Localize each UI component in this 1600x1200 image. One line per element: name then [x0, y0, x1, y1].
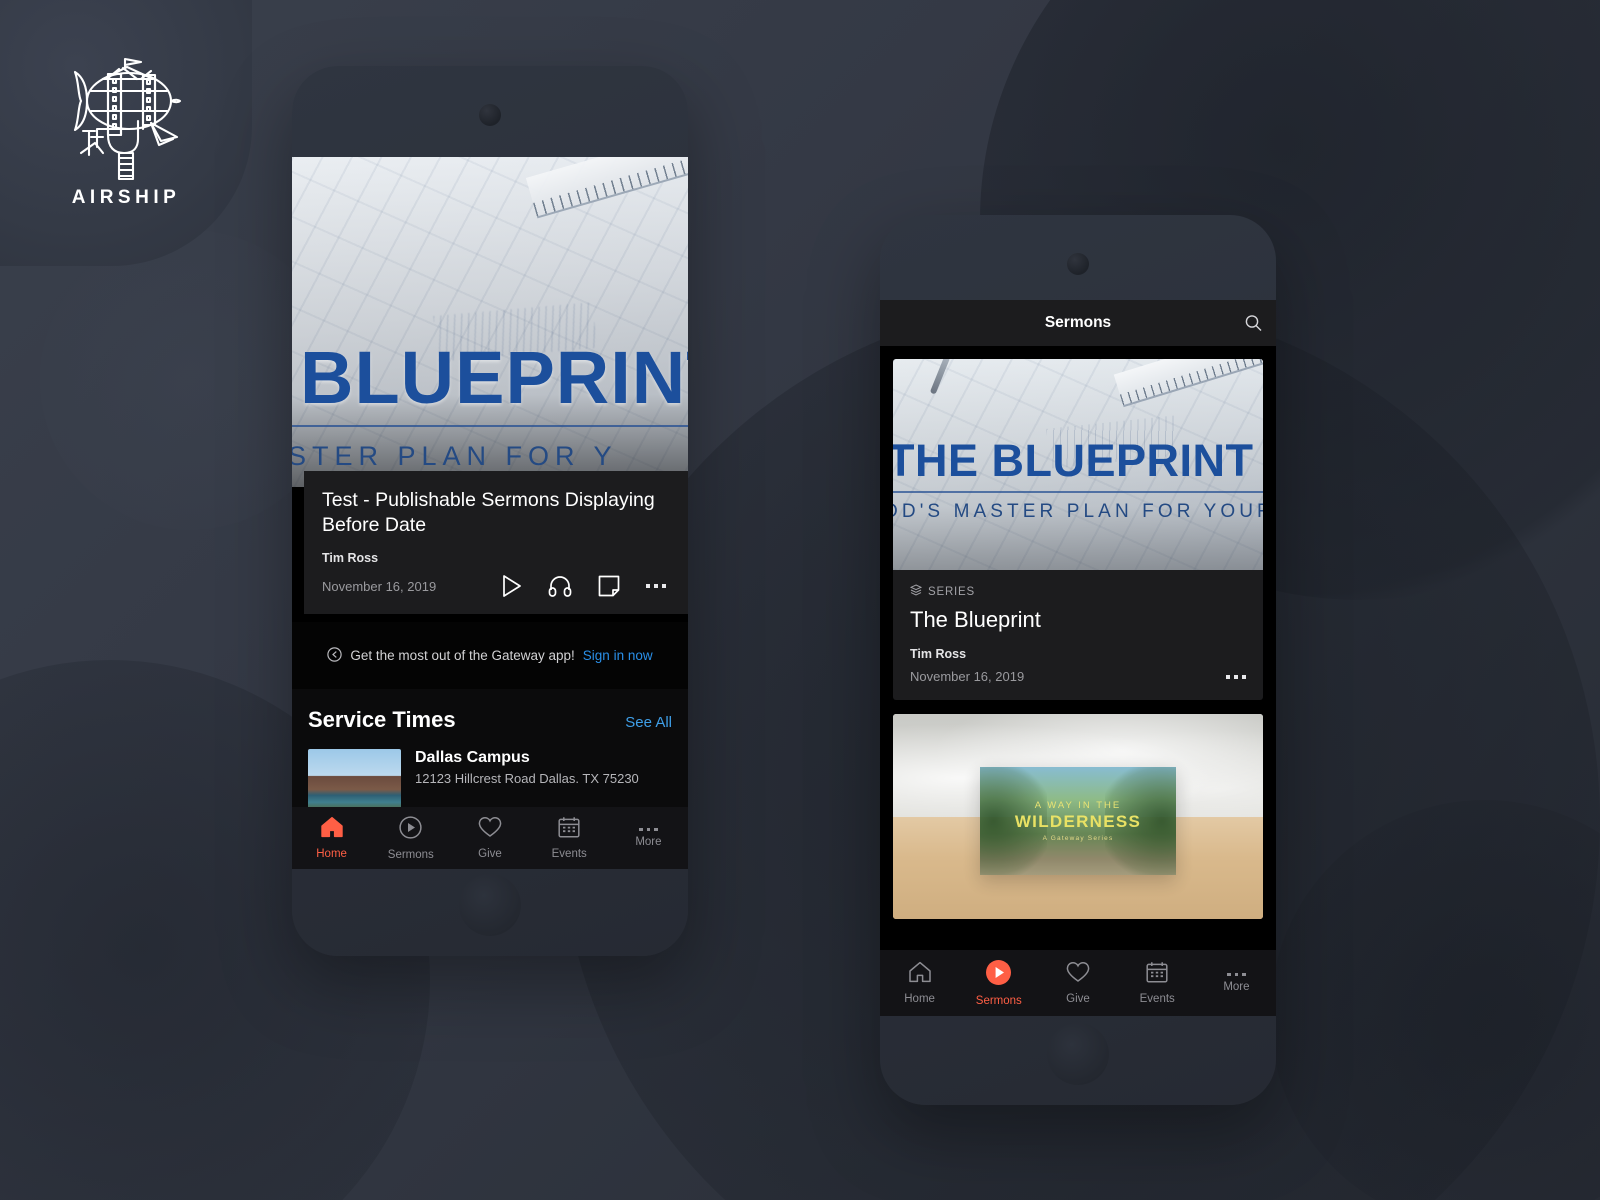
tab-events[interactable]: Events	[530, 816, 609, 860]
pencil-graphic	[929, 359, 951, 395]
artwork-subtitle: OD'S MASTER PLAN FOR YOUR LIF	[893, 501, 1263, 522]
brand-name: AIRSHIP	[71, 187, 181, 208]
calendar-icon	[558, 816, 580, 843]
sermon-action-icons	[501, 574, 666, 598]
sermons-feed[interactable]: THE BLUEPRINT OD'S MASTER PLAN FOR YOUR …	[880, 346, 1276, 950]
play-icon[interactable]	[501, 574, 522, 598]
more-icon[interactable]	[1226, 674, 1246, 679]
front-camera-dot	[479, 104, 501, 126]
sermon-meta-row: November 16, 2019	[322, 574, 670, 598]
see-all-link[interactable]: See All	[625, 714, 672, 731]
sermon-title: Test - Publishable Sermons Displaying Be…	[322, 489, 655, 536]
home-button[interactable]	[1047, 1023, 1109, 1085]
play-circle-icon	[399, 815, 422, 844]
ellipsis-icon	[1227, 972, 1246, 977]
tab-label: More	[1223, 981, 1250, 994]
tab-label: Sermons	[387, 848, 434, 861]
headphones-icon[interactable]	[548, 575, 572, 597]
background-circle	[1270, 800, 1600, 1200]
featured-sermon-card[interactable]: Test - Publishable Sermons Displaying Be…	[304, 471, 688, 614]
notes-icon[interactable]	[598, 575, 620, 597]
tab-label: Home	[904, 993, 935, 1005]
ellipsis-icon	[639, 827, 658, 832]
sermon-speaker: Tim Ross	[910, 647, 967, 661]
series-artwork-blueprint: THE BLUEPRINT OD'S MASTER PLAN FOR YOUR …	[893, 359, 1263, 570]
bottom-tab-bar-home: Home Sermons Give Events More	[292, 807, 688, 869]
artwork-divider	[893, 491, 1263, 493]
series-tag-label: SERIES	[928, 585, 975, 598]
tab-label: Home	[316, 848, 347, 860]
tab-more[interactable]: More	[1197, 972, 1276, 994]
home-icon	[908, 961, 932, 988]
page-title: Sermons	[1044, 314, 1112, 331]
app-screen-sermons: Sermons THE BLUEPRINT OD'S MASTER PLAN F…	[880, 300, 1276, 1016]
ruler-graphic	[525, 157, 688, 219]
sermon-speaker: Tim Ross	[322, 551, 379, 565]
search-icon[interactable]	[1245, 315, 1262, 332]
tab-label: Give	[1066, 993, 1090, 1005]
home-button[interactable]	[459, 874, 521, 936]
hero-subtitle: STER PLAN FOR Y	[292, 441, 618, 471]
hero-title: BLUEPRINT	[300, 336, 688, 419]
hero-divider	[292, 425, 688, 427]
sermon-card-blueprint[interactable]: THE BLUEPRINT OD'S MASTER PLAN FOR YOUR …	[893, 359, 1263, 700]
series-stack-icon	[909, 584, 923, 599]
tab-label: Events	[551, 848, 587, 860]
sermon-card-wilderness[interactable]: A WAY IN THE WILDERNESS A Gateway Series	[893, 714, 1263, 919]
tab-give[interactable]: Give	[1038, 961, 1117, 1005]
artwork-line-1: A WAY IN THE	[1034, 799, 1122, 811]
tab-events[interactable]: Events	[1118, 961, 1197, 1005]
signin-banner[interactable]: Get the most out of the Gateway app! Sig…	[292, 622, 688, 689]
sermon-card-body: SERIES The Blueprint Tim Ross November 1…	[893, 570, 1263, 700]
heart-icon	[478, 816, 502, 843]
hero-artwork-blueprint[interactable]: BLUEPRINT STER PLAN FOR Y	[292, 157, 688, 487]
service-times-header: Service Times See All	[308, 707, 672, 733]
more-icon[interactable]	[646, 584, 666, 588]
section-title: Service Times	[308, 707, 456, 732]
brand-logo-badge: AIRSHIP	[0, 0, 252, 266]
sermon-series-title: The Blueprint	[910, 607, 1041, 632]
campus-name: Dallas Campus	[415, 749, 530, 766]
home-icon	[320, 816, 344, 843]
signin-link[interactable]: Sign in now	[583, 648, 653, 663]
phone-mockup-sermons: Sermons THE BLUEPRINT OD'S MASTER PLAN F…	[880, 215, 1276, 1105]
tab-home[interactable]: Home	[292, 816, 371, 860]
artwork-line-3: A Gateway Series	[1042, 834, 1114, 842]
tab-give[interactable]: Give	[450, 816, 529, 860]
series-tag: SERIES	[909, 584, 1246, 599]
tab-label: Give	[478, 848, 502, 860]
front-camera-dot	[1067, 253, 1089, 275]
tab-label: Sermons	[975, 994, 1022, 1007]
page-background: AIRSHIP BLUEPRINT STER PLAN FOR Y Test -…	[0, 0, 1600, 1200]
tab-more[interactable]: More	[609, 827, 688, 849]
tab-sermons[interactable]: Sermons	[371, 815, 450, 861]
bottom-tab-bar-sermons: Home Sermons Give Events More	[880, 950, 1276, 1016]
heart-icon	[1066, 961, 1090, 988]
app-screen-home: BLUEPRINT STER PLAN FOR Y Test - Publish…	[292, 157, 688, 869]
tab-sermons[interactable]: Sermons	[959, 959, 1038, 1007]
play-circle-icon	[986, 959, 1012, 990]
tab-label: More	[635, 836, 662, 849]
sermon-meta-row: November 16, 2019	[910, 669, 1246, 684]
airship-blimp-icon	[67, 57, 185, 181]
tab-label: Events	[1139, 993, 1175, 1005]
ruler-graphic	[1113, 359, 1263, 408]
sermon-date: November 16, 2019	[322, 578, 437, 594]
phone-mockup-home: BLUEPRINT STER PLAN FOR Y Test - Publish…	[292, 66, 688, 956]
tab-home[interactable]: Home	[880, 961, 959, 1005]
campus-address: 12123 Hillcrest Road Dallas. TX 75230	[415, 771, 639, 786]
series-artwork-wilderness: A WAY IN THE WILDERNESS A Gateway Series	[893, 714, 1263, 919]
wilderness-artwork-inner: A WAY IN THE WILDERNESS A Gateway Series	[980, 766, 1176, 875]
sermon-date: November 16, 2019	[910, 669, 1025, 684]
artwork-title: THE BLUEPRINT	[893, 435, 1254, 486]
arrow-circle-left-icon	[327, 646, 343, 665]
signin-banner-text: Get the most out of the Gateway app!	[350, 648, 575, 663]
artwork-line-2: WILDERNESS	[1014, 811, 1142, 831]
calendar-icon	[1146, 961, 1168, 988]
navigation-bar: Sermons	[880, 300, 1276, 346]
